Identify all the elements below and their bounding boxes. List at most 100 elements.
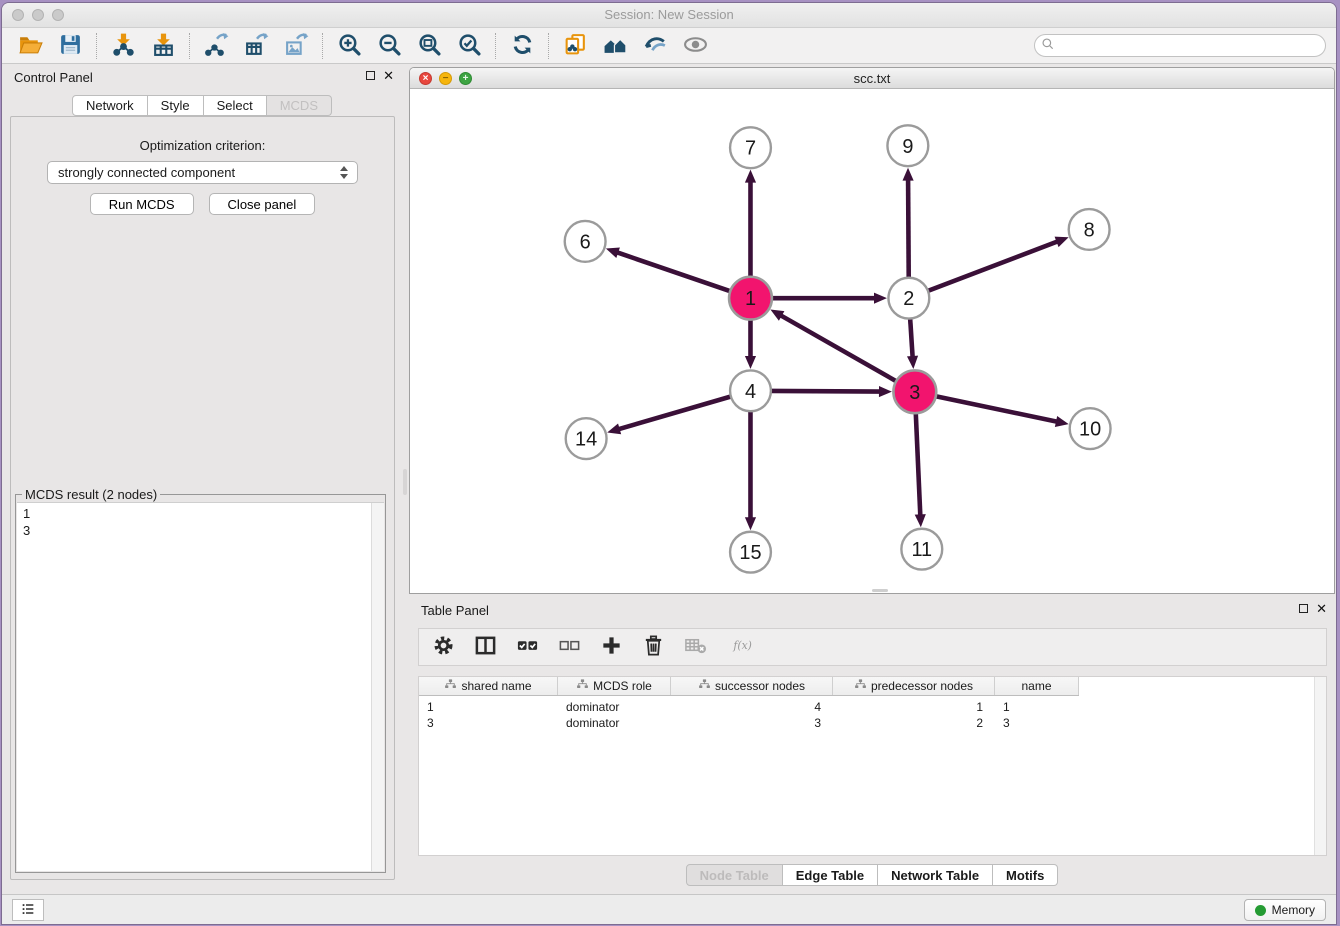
table-float-panel-icon[interactable] [1299,604,1308,613]
zoom-in-button[interactable] [329,31,369,61]
edge-4-14[interactable] [618,397,731,430]
edge-2-9[interactable] [908,179,909,278]
table-toolbar: f(x) [418,628,1327,666]
table-row[interactable]: 1dominator411 [419,699,1079,715]
graphics-details-button[interactable] [635,31,675,61]
zoom-selected-button[interactable] [449,31,489,61]
graph-svg[interactable]: 7968124314101511 [410,90,1334,593]
cell-name[interactable]: 3 [995,715,1079,731]
eye-icon [683,32,708,60]
export-image-button[interactable] [276,31,316,61]
select-all-icon [516,634,539,660]
cell-predecessor-nodes[interactable]: 2 [833,715,995,731]
home-button[interactable] [595,31,635,61]
close-panel-button[interactable]: Close panel [209,193,316,215]
cell-predecessor-nodes[interactable]: 1 [833,699,995,715]
tree-icon [576,678,589,694]
export-table-button[interactable] [236,31,276,61]
edge-arrow-1-7 [745,170,756,183]
cell-MCDS-role[interactable]: dominator [558,715,671,731]
delete-column-button[interactable] [639,633,667,661]
tab-edge-table[interactable]: Edge Table [783,864,878,886]
graph-node-label-15: 15 [739,542,761,564]
search-input[interactable] [1055,35,1325,56]
edge-arrow-2-3 [907,356,918,369]
zoom-fit-button[interactable] [409,31,449,61]
edge-arrow-4-15 [745,517,756,530]
cell-successor-nodes[interactable]: 3 [671,715,833,731]
toolbar-separator [96,33,97,59]
deselect-all-icon [558,634,581,660]
graph-node-label-7: 7 [745,138,756,160]
column-header-predecessor-nodes[interactable]: predecessor nodes [833,677,995,695]
network-window-titlebar[interactable]: × − + scc.txt [410,68,1334,89]
duplicate-network-button[interactable] [555,31,595,61]
add-column-button[interactable] [597,633,625,661]
edge-arrow-4-3 [879,386,892,397]
edge-arrow-2-8 [1055,237,1069,247]
tab-network[interactable]: Network [72,95,148,116]
tab-network-table[interactable]: Network Table [878,864,993,886]
split-view-button[interactable] [471,633,499,661]
status-bar: Memory [2,894,1336,924]
cell-shared-name[interactable]: 1 [419,699,558,715]
deselect-all-button[interactable] [555,633,583,661]
delete-table-icon [684,634,707,660]
splitter-grip[interactable] [403,469,407,495]
close-panel-icon[interactable]: ✕ [383,70,394,81]
column-header-name[interactable]: name [995,677,1079,695]
open-session-button[interactable] [10,31,50,61]
control-panel-tabs: NetworkStyleSelectMCDS [2,95,402,116]
cell-shared-name[interactable]: 3 [419,715,558,731]
column-header-shared-name[interactable]: shared name [419,677,558,695]
table-scrollbar[interactable] [1314,677,1326,855]
edge-3-1[interactable] [780,315,896,381]
graph-node-label-9: 9 [902,136,913,158]
tab-style[interactable]: Style [148,95,204,116]
export-network-button[interactable] [196,31,236,61]
table-row[interactable]: 3dominator323 [419,715,1079,731]
table-close-panel-icon[interactable]: ✕ [1316,603,1327,614]
result-scrollbar[interactable] [371,503,384,871]
search-box[interactable] [1034,34,1326,57]
float-panel-icon[interactable] [366,71,375,80]
tree-icon [854,678,867,694]
mcds-result-box: MCDS result (2 nodes) 1 3 [15,494,386,873]
edge-4-3[interactable] [771,391,881,392]
column-label: MCDS role [593,679,652,693]
select-all-button[interactable] [513,633,541,661]
import-table-button[interactable] [143,31,183,61]
task-history-button[interactable] [12,899,44,921]
edge-arrow-1-6 [606,247,620,258]
edge-2-8[interactable] [928,241,1058,291]
delete-column-icon [642,634,665,660]
memory-button[interactable]: Memory [1244,899,1326,921]
edge-1-6[interactable] [616,252,730,291]
tab-motifs[interactable]: Motifs [993,864,1058,886]
mcds-result-values: 1 3 [17,503,384,541]
cell-successor-nodes[interactable]: 4 [671,699,833,715]
cell-MCDS-role[interactable]: dominator [558,699,671,715]
network-canvas[interactable]: 7968124314101511 [410,90,1334,593]
tab-select[interactable]: Select [204,95,267,116]
optimization-dropdown[interactable]: strongly connected component [47,161,358,184]
edge-3-10[interactable] [936,396,1058,422]
refresh-button[interactable] [502,31,542,61]
tab-node-table[interactable]: Node Table [686,864,783,886]
column-header-MCDS-role[interactable]: MCDS role [558,677,671,695]
edge-2-3[interactable] [910,319,913,358]
edge-3-11[interactable] [916,413,921,516]
tab-mcds[interactable]: MCDS [267,95,332,116]
tree-icon [444,678,457,694]
eye-button[interactable] [675,31,715,61]
save-session-button[interactable] [50,31,90,61]
zoom-out-button[interactable] [369,31,409,61]
mcds-result-area[interactable]: 1 3 [17,502,384,871]
gear-button[interactable] [429,633,457,661]
cell-name[interactable]: 1 [995,699,1079,715]
import-network-button[interactable] [103,31,143,61]
run-mcds-button[interactable]: Run MCDS [90,193,194,215]
column-header-successor-nodes[interactable]: successor nodes [671,677,833,695]
network-resize-handle[interactable] [872,589,888,592]
dropdown-value: strongly connected component [58,165,235,180]
